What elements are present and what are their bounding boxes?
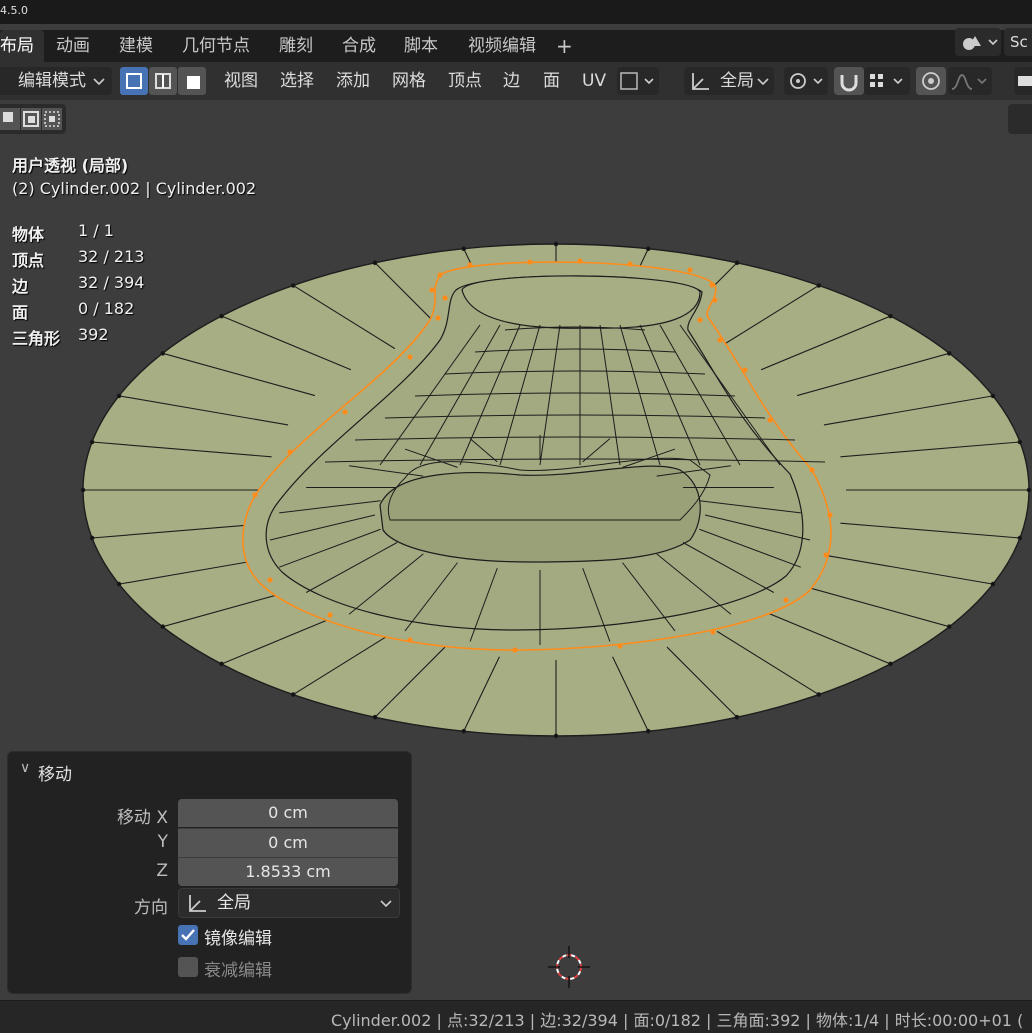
mesh-vertex xyxy=(1026,487,1032,493)
selected-vertex xyxy=(287,449,293,455)
mesh-vertex xyxy=(461,246,467,252)
move-y-field[interactable]: 0 cm xyxy=(178,828,398,857)
stat-value-objects: 1 / 1 xyxy=(78,221,114,240)
mesh-vertex xyxy=(219,313,224,319)
move-y-label: Y xyxy=(157,832,168,852)
operator-panel: ∨ 移动 移动 X 0 cm Y 0 cm Z 1.8533 cm 方向 全局 … xyxy=(7,751,412,994)
selected-vertex xyxy=(342,409,348,415)
mesh-vertex xyxy=(553,241,559,247)
selected-vertex xyxy=(267,577,273,583)
mesh-vertex xyxy=(160,350,166,356)
stat-label-triangles: 三角形 xyxy=(12,329,61,348)
mesh-vertex xyxy=(816,283,822,288)
mesh-vertex xyxy=(372,260,378,266)
selected-vertex xyxy=(327,612,333,618)
status-bar: Cylinder.002 | 点:32/213 | 边:32/394 | 面:0… xyxy=(0,1000,1032,1033)
selected-vertex xyxy=(827,512,833,518)
selected-vertex xyxy=(437,272,443,278)
mesh-vertex xyxy=(990,581,996,587)
selected-vertex xyxy=(627,261,633,267)
mesh-vertex xyxy=(1017,535,1023,541)
selected-vertex xyxy=(742,367,748,373)
selected-vertex xyxy=(407,637,413,643)
mesh-vertex xyxy=(645,246,651,252)
selected-vertex xyxy=(429,287,435,293)
status-stats: Cylinder.002 | 点:32/213 | 边:32/394 | 面:0… xyxy=(331,1011,1024,1030)
mesh-vertex xyxy=(80,487,86,493)
mesh-vertex xyxy=(946,624,952,630)
mesh-vertex xyxy=(219,661,224,667)
mesh-vertex xyxy=(990,393,996,399)
mesh-vertex xyxy=(888,661,893,667)
mesh-vertex xyxy=(160,624,166,630)
mesh-vertex xyxy=(116,581,122,587)
orientation-select[interactable]: 全局 xyxy=(178,888,400,918)
selected-vertex xyxy=(407,354,413,360)
mesh-vertex xyxy=(816,692,822,697)
mesh-vertex xyxy=(734,714,740,720)
mesh-vertex xyxy=(553,733,559,739)
selected-vertex xyxy=(809,467,815,473)
selected-vertex xyxy=(512,647,518,653)
mesh-vertex xyxy=(645,728,651,734)
move-z-field[interactable]: 1.8533 cm xyxy=(178,857,398,886)
selected-vertex xyxy=(709,282,715,288)
orientation-select-value: 全局 xyxy=(217,893,251,913)
operator-title[interactable]: 移动 xyxy=(38,760,72,785)
selected-vertex xyxy=(697,317,703,323)
mesh-vertex xyxy=(888,313,893,319)
selected-vertex xyxy=(687,267,693,273)
selected-vertex xyxy=(577,258,583,264)
selected-vertex xyxy=(767,417,773,423)
stat-label-vertices: 顶点 xyxy=(12,251,45,270)
move-z-label: Z xyxy=(156,861,168,881)
selected-vertex xyxy=(783,597,789,603)
mesh-vertex xyxy=(1017,439,1023,445)
stat-value-faces: 0 / 182 xyxy=(78,299,135,318)
stat-value-vertices: 32 / 213 xyxy=(78,247,145,266)
chevron-down-icon xyxy=(380,900,392,908)
selected-vertex xyxy=(710,629,716,635)
stat-value-triangles: 392 xyxy=(78,325,109,344)
object-info: (2) Cylinder.002 | Cylinder.002 xyxy=(12,179,257,198)
orientation-label: 方向 xyxy=(134,898,168,918)
selected-vertex xyxy=(823,552,829,558)
selected-vertex xyxy=(435,315,441,321)
collapse-chevron-icon[interactable]: ∨ xyxy=(20,760,30,776)
mesh-bottom-hole xyxy=(379,465,701,563)
proportional-editing-checkbox[interactable] xyxy=(178,957,198,977)
mesh-vertex xyxy=(290,692,296,697)
mesh-vertex xyxy=(116,393,122,399)
selected-vertex xyxy=(527,259,533,265)
selected-vertex xyxy=(442,295,448,301)
orientation-axes-icon xyxy=(189,895,206,912)
checkmark-icon xyxy=(181,929,195,941)
stat-label-objects: 物体 xyxy=(12,225,45,244)
mesh-vertex xyxy=(734,260,740,266)
mesh-vertex xyxy=(946,350,952,356)
stat-value-edges: 32 / 394 xyxy=(78,273,145,292)
selected-vertex xyxy=(717,337,723,343)
selected-vertex xyxy=(252,492,258,498)
stat-label-faces: 面 xyxy=(12,303,29,322)
proportional-editing-label[interactable]: 衰减编辑 xyxy=(204,956,272,981)
mirror-editing-label[interactable]: 镜像编辑 xyxy=(204,924,272,949)
selected-vertex xyxy=(712,297,718,303)
mesh-vertex xyxy=(89,439,95,445)
mesh-vertex xyxy=(89,535,95,541)
3d-cursor-icon[interactable] xyxy=(548,946,590,988)
move-x-field[interactable]: 0 cm xyxy=(178,799,398,827)
view-name: 用户透视 (局部) xyxy=(12,156,129,175)
mirror-editing-checkbox[interactable] xyxy=(178,925,198,945)
stat-label-edges: 边 xyxy=(12,277,29,296)
mesh-vertex xyxy=(461,728,467,734)
move-x-label: 移动 X xyxy=(116,808,168,828)
mesh-vertex xyxy=(372,714,378,720)
mesh-vertex xyxy=(290,283,296,288)
selected-vertex xyxy=(617,643,623,649)
selected-vertex xyxy=(467,262,473,268)
